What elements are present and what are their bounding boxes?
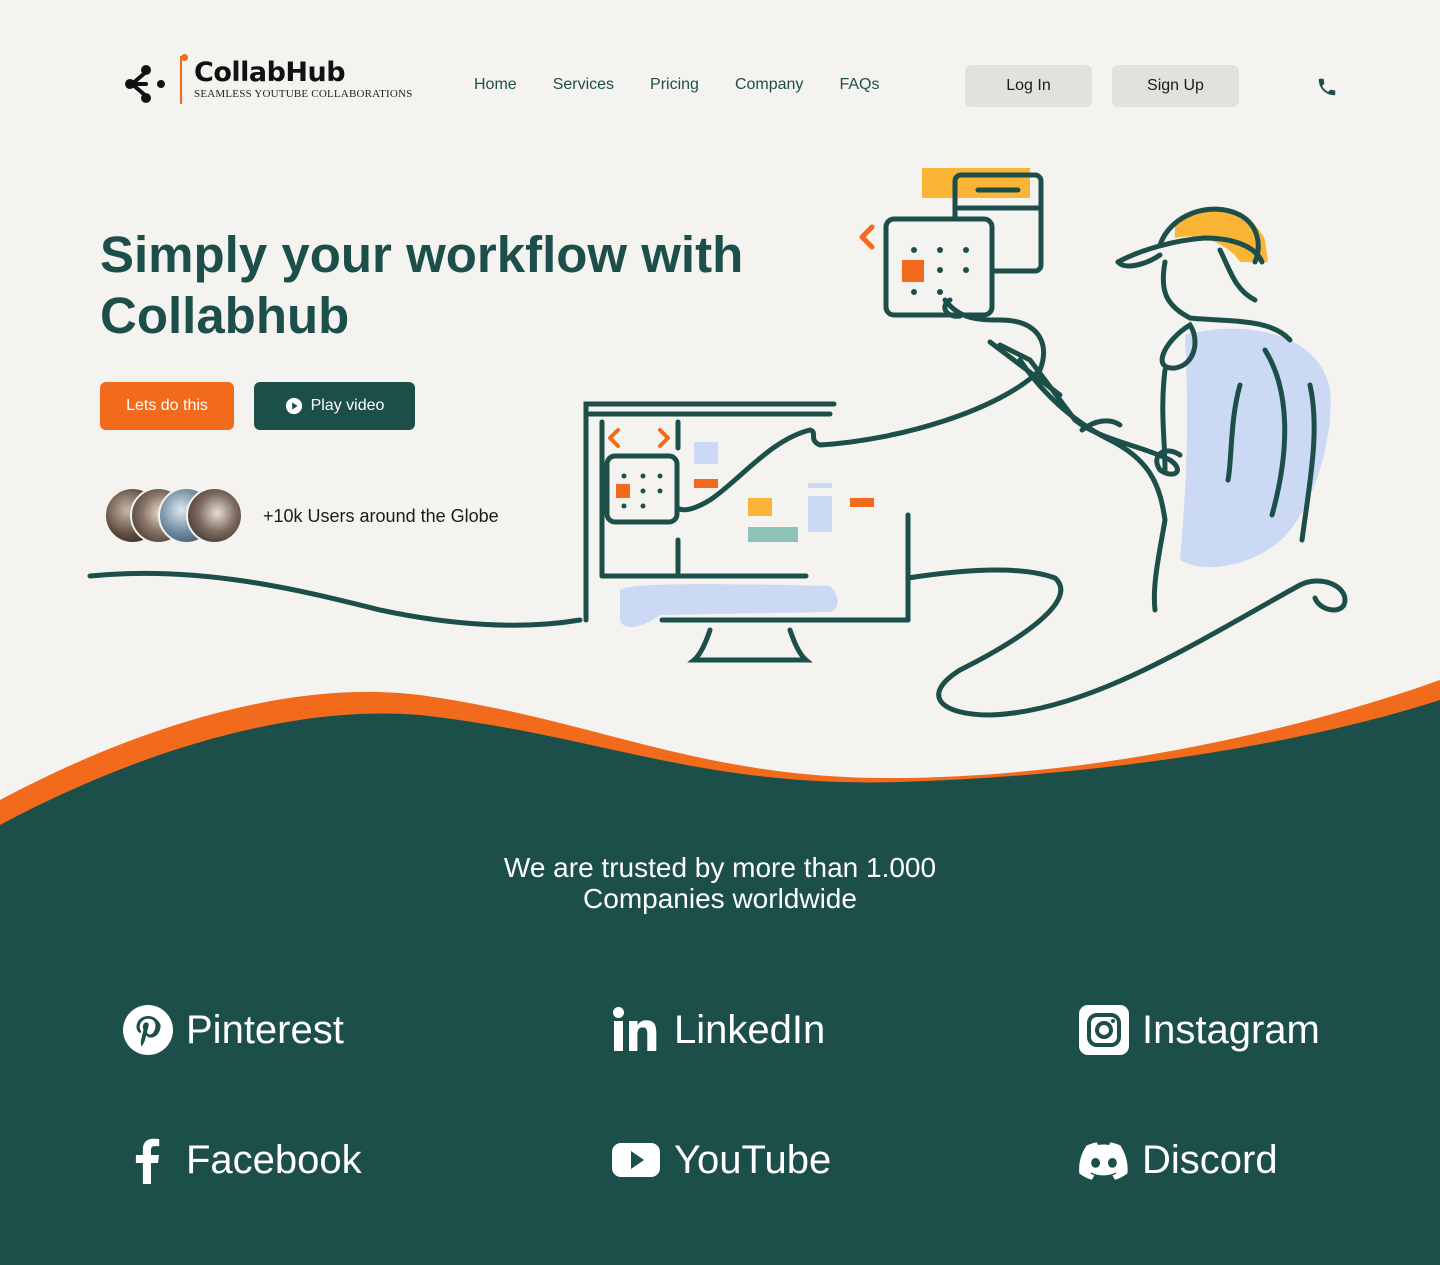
pinterest-icon [123, 1005, 173, 1055]
avatar [186, 487, 243, 544]
brand-name: CollabHub [194, 57, 346, 88]
partner-youtube[interactable]: YouTube [610, 1134, 831, 1186]
discord-icon [1079, 1142, 1128, 1180]
play-icon [285, 397, 302, 415]
partner-pinterest[interactable]: Pinterest [122, 1004, 344, 1056]
play-video-button[interactable]: Play video [254, 382, 415, 430]
signup-button[interactable]: Sign Up [1112, 65, 1239, 107]
partner-discord[interactable]: Discord [1078, 1134, 1278, 1186]
nav-item-company[interactable]: Company [735, 76, 803, 94]
partner-label: Instagram [1142, 1007, 1320, 1052]
login-button[interactable]: Log In [965, 65, 1092, 107]
phone-icon[interactable] [1316, 76, 1338, 98]
instagram-icon [1079, 1005, 1129, 1055]
partner-label: Pinterest [186, 1007, 344, 1052]
partner-instagram[interactable]: Instagram [1078, 1004, 1320, 1056]
brand-tagline: SEAMLESS YOUTUBE COLLABORATIONS [194, 88, 413, 100]
hero-title-line1: Simply your workflow with [100, 226, 744, 283]
logo[interactable]: CollabHub SEAMLESS YOUTUBE COLLABORATION… [124, 54, 412, 108]
user-avatars [104, 487, 244, 545]
partner-label: LinkedIn [674, 1007, 826, 1052]
nav-item-services[interactable]: Services [553, 76, 614, 94]
main-nav: Home Services Pricing Company FAQs [474, 76, 915, 94]
hero-title: Simply your workflow with Collabhub [100, 224, 800, 346]
hero-title-line2: Collabhub [100, 287, 350, 344]
facebook-icon [135, 1138, 160, 1184]
play-video-label: Play video [310, 397, 385, 414]
users-count-text: +10k Users around the Globe [263, 506, 499, 526]
lets-do-this-button[interactable]: Lets do this [100, 382, 234, 430]
partner-label: YouTube [674, 1137, 832, 1182]
partner-facebook[interactable]: Facebook [122, 1134, 362, 1186]
trusted-line1: We are trusted by more than 1.000 [503, 852, 937, 883]
header: CollabHub SEAMLESS YOUTUBE COLLABORATION… [0, 0, 1440, 170]
partner-linkedin[interactable]: LinkedIn [610, 1004, 825, 1056]
nav-item-home[interactable]: Home [474, 76, 517, 94]
logo-text: CollabHub SEAMLESS YOUTUBE COLLABORATION… [194, 56, 412, 100]
logo-divider [180, 54, 188, 104]
nav-item-pricing[interactable]: Pricing [650, 76, 699, 94]
linkedin-icon [613, 1007, 657, 1051]
trusted-line2: Companies worldwide [583, 883, 857, 914]
youtube-icon [612, 1143, 660, 1177]
nav-item-faqs[interactable]: FAQs [839, 76, 879, 94]
logo-mark-icon [125, 65, 165, 103]
trusted-heading: We are trusted by more than 1.000 Compan… [0, 852, 1440, 914]
partner-label: Facebook [186, 1137, 362, 1182]
partner-label: Discord [1142, 1137, 1278, 1182]
